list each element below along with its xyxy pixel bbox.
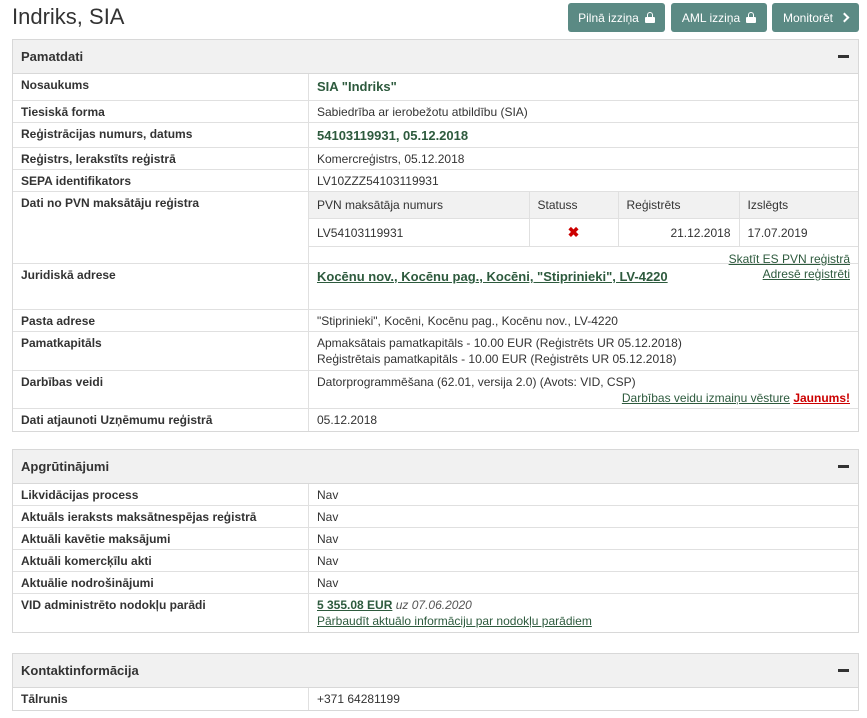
row-value: Komercreģistrs, 05.12.2018 — [317, 152, 465, 166]
row-encumbrance: Aktuāls ieraksts maksātnespējas reģistrā… — [13, 506, 858, 528]
row-pasta: Pasta adrese "Stiprinieki", Kocēni, Kocē… — [13, 310, 858, 332]
tax-debt-amount-link[interactable]: 5 355.08 EUR — [317, 598, 392, 612]
section-kontakti: Kontaktinformācija Tālrunis +371 6428119… — [12, 653, 859, 711]
row-value: Nav — [317, 532, 339, 546]
full-report-label: Pilnā izziņa — [578, 10, 639, 25]
row-value: Sabiedrība ar ierobežotu atbildību (SIA) — [317, 105, 528, 119]
row-label: Reģistrs, lerakstīts reģistrā — [13, 148, 309, 169]
collapse-icon[interactable] — [838, 465, 849, 468]
row-nosaukums: Nosaukums SIA "Indriks" — [13, 74, 858, 101]
row-sepa: SEPA identifikators LV10ZZZ54103119931 — [13, 170, 858, 192]
row-talrunis: Tālrunis +371 64281199 — [13, 688, 858, 710]
monitor-label: Monitorēt — [782, 10, 834, 25]
row-label: Tiesiskā forma — [13, 101, 309, 122]
aml-report-button[interactable]: AML izziņa — [671, 3, 767, 32]
lock-icon — [644, 12, 655, 23]
check-tax-debt-link[interactable]: Pārbaudīt aktuālo informāciju par nodokļ… — [317, 614, 592, 628]
row-encumbrance: Aktuālie nodrošinājumi Nav — [13, 572, 858, 594]
section-title: Apgrūtinājumi — [21, 459, 110, 474]
full-report-button[interactable]: Pilnā izziņa — [568, 3, 665, 32]
row-label: Pamatkapitāls — [13, 332, 309, 370]
row-value: Nav — [317, 510, 339, 524]
row-value: LV10ZZZ54103119931 — [317, 174, 439, 188]
row-label: Aktuālie nodrošinājumi — [13, 572, 309, 593]
paid-capital: Apmaksātais pamatkapitāls - 10.00 EUR (R… — [317, 336, 682, 350]
company-name: SIA "Indriks" — [317, 79, 397, 94]
pvn-header: Reģistrēts — [618, 192, 740, 219]
activity-history-link[interactable]: Darbības veidu izmaiņu vēsture — [622, 391, 790, 405]
row-label: Aktuāli komercķīlu akti — [13, 550, 309, 571]
registered-at-address-link[interactable]: Adresē reģistrēti — [763, 266, 850, 306]
registered-capital: Reģistrētais pamatkapitāls - 10.00 EUR (… — [317, 352, 677, 366]
row-registrs: Reģistrs, lerakstīts reģistrā Komercreģi… — [13, 148, 858, 170]
section-header[interactable]: Apgrūtinājumi — [13, 450, 858, 484]
row-label: Pasta adrese — [13, 310, 309, 331]
row-label: Juridiskā adrese — [13, 264, 309, 309]
row-label: Tālrunis — [13, 688, 309, 710]
page-title: Indriks, SIA — [12, 4, 125, 29]
row-value: Nav — [317, 554, 339, 568]
section-title: Kontaktinformācija — [21, 663, 139, 678]
row-vid: VID administrēto nodokļu parādi 5 355.08… — [13, 594, 858, 632]
pvn-table: PVN maksātāja numurs Statuss Reģistrēts … — [309, 192, 858, 247]
row-value: 05.12.2018 — [317, 413, 378, 427]
activity-type: Datorprogrammēšana (62.01, versija 2.0) … — [317, 375, 636, 389]
row-label: Darbības veidi — [13, 371, 309, 408]
legal-address-link[interactable]: Kocēnu nov., Kocēnu pag., Kocēni, "Stipr… — [317, 266, 677, 306]
row-darbibas: Darbības veidi Datorprogrammēšana (62.01… — [13, 371, 858, 409]
collapse-icon[interactable] — [838, 669, 849, 672]
collapse-icon[interactable] — [838, 55, 849, 58]
row-label: Nosaukums — [13, 74, 309, 100]
chevron-right-icon — [839, 12, 850, 23]
row-value: "Stiprinieki", Kocēni, Kocēnu pag., Kocē… — [317, 314, 618, 328]
pvn-number: LV54103119931 — [309, 218, 530, 247]
row-label: Likvidācijas process — [13, 484, 309, 505]
row-encumbrance: Likvidācijas process Nav — [13, 484, 858, 506]
pvn-header: Statuss — [529, 192, 619, 219]
row-value: Nav — [317, 488, 339, 502]
pvn-header: Izslēgts — [739, 192, 858, 219]
row-label: Aktuāls ieraksts maksātnespējas reģistrā — [13, 506, 309, 527]
row-encumbrance: Aktuāli komercķīlu akti Nav — [13, 550, 858, 572]
row-kapitals: Pamatkapitāls Apmaksātais pamatkapitāls … — [13, 332, 858, 371]
pvn-excluded: 17.07.2019 — [739, 218, 858, 247]
row-pvn: Dati no PVN maksātāju reģistra PVN maksā… — [13, 192, 858, 266]
row-regnr: Reģistrācijas numurs, datums 54103119931… — [13, 123, 858, 148]
row-label: Reģistrācijas numurs, datums — [13, 123, 309, 147]
section-pamatdati: Pamatdati Nosaukums SIA "Indriks" Tiesis… — [12, 39, 859, 432]
row-atjaunoti: Dati atjaunoti Uzņēmumu reģistrā 05.12.2… — [13, 409, 858, 431]
row-label: SEPA identifikators — [13, 170, 309, 191]
phone-value: +371 64281199 — [317, 692, 400, 706]
row-label: Aktuāli kavētie maksājumi — [13, 528, 309, 549]
row-forma: Tiesiskā forma Sabiedrība ar ierobežotu … — [13, 101, 858, 123]
row-label: Dati atjaunoti Uzņēmumu reģistrā — [13, 409, 309, 431]
aml-report-label: AML izziņa — [681, 10, 741, 25]
lock-icon — [746, 12, 757, 23]
registration-number: 54103119931, 05.12.2018 — [317, 128, 469, 143]
row-encumbrance: Aktuāli kavētie maksājumi Nav — [13, 528, 858, 550]
row-label: Dati no PVN maksātāju reģistra — [13, 192, 309, 263]
monitor-button[interactable]: Monitorēt — [772, 3, 859, 32]
tax-debt-date: uz 07.06.2020 — [395, 598, 472, 612]
pvn-registered: 21.12.2018 — [618, 218, 740, 247]
status-inactive-icon: ✖ — [567, 224, 580, 240]
pvn-header: PVN maksātāja numurs — [309, 192, 530, 219]
section-title: Pamatdati — [21, 49, 84, 64]
section-header[interactable]: Pamatdati — [13, 40, 858, 74]
new-badge[interactable]: Jaunums! — [793, 391, 850, 405]
row-label: VID administrēto nodokļu parādi — [13, 594, 309, 632]
row-value: Nav — [317, 576, 339, 590]
section-apgrutinajumi: Apgrūtinājumi Likvidācijas process Nav A… — [12, 449, 859, 633]
row-juridiska: Juridiskā adrese Kocēnu nov., Kocēnu pag… — [13, 264, 858, 310]
section-header[interactable]: Kontaktinformācija — [13, 654, 858, 688]
